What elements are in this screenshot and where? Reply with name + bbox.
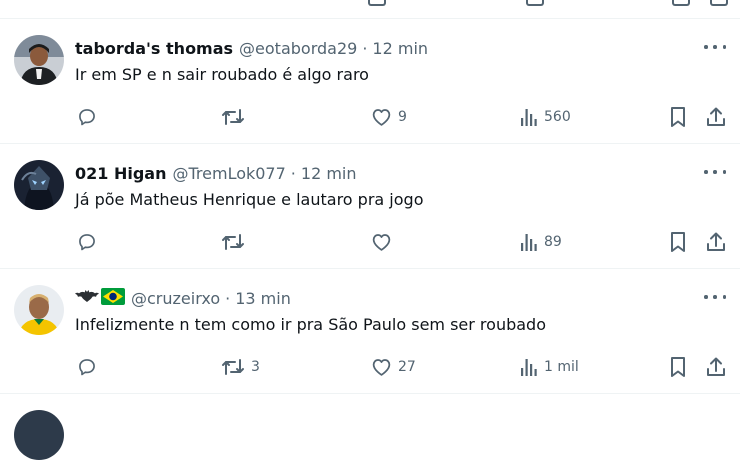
tweet-header: 021 Higan @TremLok077 · 12 min	[75, 162, 357, 184]
next-tweet-partial[interactable]	[0, 396, 740, 460]
retweet-count: 3	[251, 359, 260, 375]
share-icon[interactable]	[710, 0, 728, 6]
bookmark-icon	[668, 231, 688, 253]
tweet[interactable]: 021 Higan @TremLok077 · 12 min Já põe Ma…	[0, 144, 740, 269]
name-emojis	[75, 287, 125, 309]
avatar[interactable]	[14, 410, 64, 460]
retweet-button[interactable]	[221, 105, 251, 129]
brazil-flag-icon	[101, 287, 125, 309]
retweet-icon	[221, 107, 245, 127]
bookmark-button[interactable]	[668, 355, 688, 379]
like-button[interactable]	[371, 230, 398, 254]
views-icon	[520, 357, 538, 377]
like-count: 27	[398, 359, 416, 375]
views-button[interactable]: 1 mil	[520, 355, 579, 379]
tweet-header: @cruzeirxo · 13 min	[75, 287, 291, 309]
heart-icon	[371, 107, 392, 127]
share-icon	[705, 106, 727, 128]
share-button[interactable]	[705, 355, 727, 379]
user-handle[interactable]: @TremLok077	[172, 164, 285, 183]
heart-icon	[371, 232, 392, 252]
separator-dot: ·	[290, 163, 296, 183]
views-icon[interactable]	[526, 0, 544, 6]
view-count: 560	[544, 109, 571, 125]
display-name[interactable]: 021 Higan	[75, 164, 166, 183]
like-count: 9	[398, 109, 407, 125]
bookmark-button[interactable]	[668, 105, 688, 129]
more-icon[interactable]	[704, 39, 726, 55]
views-icon	[520, 107, 538, 127]
reply-button[interactable]	[77, 355, 103, 379]
share-button[interactable]	[705, 105, 727, 129]
views-button[interactable]: 89	[520, 230, 562, 254]
tweet-text: Infelizmente n tem como ir pra São Paulo…	[75, 315, 546, 334]
reply-icon	[77, 357, 97, 377]
reply-icon	[77, 232, 97, 252]
bookmark-icon[interactable]	[672, 0, 690, 6]
avatar[interactable]	[14, 285, 64, 335]
retweet-icon	[221, 232, 245, 252]
bookmark-button[interactable]	[668, 230, 688, 254]
retweet-button[interactable]: 3	[221, 355, 260, 379]
tweet[interactable]: @cruzeirxo · 13 min Infelizmente n tem c…	[0, 269, 740, 394]
timestamp[interactable]: 13 min	[235, 289, 291, 308]
view-count: 89	[544, 234, 562, 250]
retweet-icon	[221, 357, 245, 377]
tweet-text: Já põe Matheus Henrique e lautaro pra jo…	[75, 190, 424, 209]
view-count: 1 mil	[544, 359, 579, 375]
retweet-icon[interactable]	[368, 0, 386, 6]
like-button[interactable]: 27	[371, 355, 416, 379]
share-button[interactable]	[705, 230, 727, 254]
bookmark-icon	[668, 106, 688, 128]
share-icon	[705, 231, 727, 253]
bookmark-icon	[668, 356, 688, 378]
more-icon[interactable]	[704, 289, 726, 305]
separator-dot: ·	[225, 288, 231, 308]
avatar[interactable]	[14, 35, 64, 85]
user-handle[interactable]: @eotaborda29	[239, 39, 357, 58]
more-icon[interactable]	[704, 164, 726, 180]
retweet-button[interactable]	[221, 230, 251, 254]
avatar[interactable]	[14, 160, 64, 210]
previous-tweet-partial	[0, 0, 740, 19]
bat-emoji-icon	[75, 288, 99, 308]
reply-button[interactable]	[77, 230, 103, 254]
reply-button[interactable]	[77, 105, 103, 129]
timestamp[interactable]: 12 min	[301, 164, 357, 183]
tweet[interactable]: taborda's thomas @eotaborda29 · 12 min I…	[0, 19, 740, 144]
separator-dot: ·	[362, 38, 368, 58]
timestamp[interactable]: 12 min	[372, 39, 428, 58]
share-icon	[705, 356, 727, 378]
views-icon	[520, 232, 538, 252]
reply-icon	[77, 107, 97, 127]
heart-icon	[371, 357, 392, 377]
like-button[interactable]: 9	[371, 105, 407, 129]
display-name[interactable]: taborda's thomas	[75, 39, 233, 58]
views-button[interactable]: 560	[520, 105, 571, 129]
tweet-text: Ir em SP e n sair roubado é algo raro	[75, 65, 369, 84]
tweet-header: taborda's thomas @eotaborda29 · 12 min	[75, 37, 428, 59]
user-handle[interactable]: @cruzeirxo	[131, 289, 220, 308]
